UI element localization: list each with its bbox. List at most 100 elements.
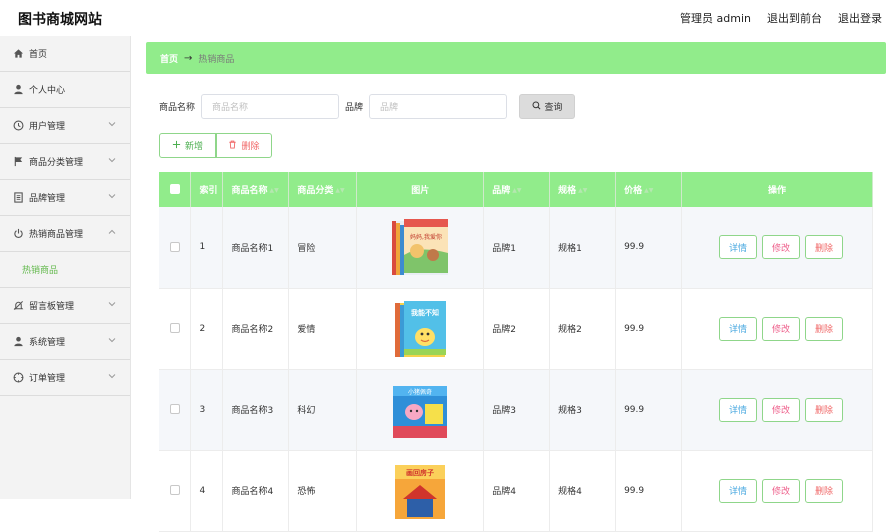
sidebar: 首页 个人中心 用户管理 商品分类管理 品牌管理 热销商品管理 热销商品 留言板…: [0, 36, 131, 499]
sidebar-item-messages[interactable]: 留言板管理: [0, 288, 130, 324]
sort-icon[interactable]: ▲▼: [578, 187, 587, 194]
cell-actions: 详情 修改 删除: [681, 369, 873, 451]
book-cover-title: 妈妈,我爱你: [410, 233, 442, 241]
cell-name: 商品名称2: [222, 288, 290, 370]
sidebar-item-home[interactable]: 首页: [0, 36, 130, 72]
cell-name: 商品名称1: [222, 207, 290, 289]
sidebar-item-category[interactable]: 商品分类管理: [0, 144, 130, 180]
plus-icon: [172, 140, 181, 152]
chevron-down-icon: [107, 155, 117, 165]
table-row: 2 商品名称2 爱情 我能不知 品牌2 规格2 99.9 详情 修改 删除: [159, 288, 873, 370]
cell-index: 3: [190, 369, 224, 451]
detail-button[interactable]: 详情: [719, 235, 757, 260]
cell-index: 4: [190, 450, 224, 532]
delete-button[interactable]: 删除: [805, 397, 843, 422]
power-icon: [12, 228, 24, 240]
detail-button[interactable]: 详情: [719, 397, 757, 422]
cell-index: 1: [190, 207, 224, 289]
user-icon: [12, 336, 24, 348]
table-row: 3 商品名称3 科幻 小猪佩奇 品牌3 规格3 99.9 详情 修改 删除: [159, 369, 873, 451]
row-select-cell: [159, 369, 192, 451]
breadcrumb-arrow: →: [184, 52, 193, 64]
cell-spec: 规格1: [549, 207, 617, 289]
select-all-checkbox[interactable]: [169, 184, 180, 195]
cell-brand: 品牌1: [483, 207, 551, 289]
column-header-label: 图片: [411, 186, 430, 196]
column-header-category[interactable]: 商品分类 ▲▼: [288, 172, 358, 207]
sidebar-item-label: 留言板管理: [29, 302, 75, 312]
query-button[interactable]: 查询: [519, 94, 576, 119]
search-icon: [532, 100, 541, 113]
add-button[interactable]: 新增: [159, 133, 216, 158]
sidebar-item-brand[interactable]: 品牌管理: [0, 180, 130, 216]
column-header-label: 商品分类: [297, 186, 334, 196]
cell-price: 99.9: [615, 450, 683, 532]
book-cover-title: 我能不知: [411, 308, 439, 317]
sidebar-item-label: 个人中心: [29, 86, 66, 96]
chevron-down-icon: [107, 191, 117, 201]
product-name-input[interactable]: [201, 94, 340, 119]
cell-name: 商品名称4: [222, 450, 290, 532]
logout-link[interactable]: 退出登录: [838, 10, 882, 26]
sidebar-item-hot-products[interactable]: 热销商品管理: [0, 216, 130, 252]
batch-delete-button[interactable]: 删除: [216, 133, 272, 158]
column-header-price[interactable]: 价格 ▲▼: [615, 172, 683, 207]
cell-image: 我能不知: [356, 288, 485, 370]
column-header-spec[interactable]: 规格 ▲▼: [549, 172, 617, 207]
row-select-cell: [159, 207, 192, 289]
chevron-down-icon: [107, 299, 117, 309]
edit-button[interactable]: 修改: [762, 235, 800, 260]
cell-price: 99.9: [615, 288, 683, 370]
delete-button[interactable]: 删除: [805, 235, 843, 260]
table-row: 1 商品名称1 冒险 妈妈,我爱你 品牌1 规格1 99.9 详情 修改 删除: [159, 207, 873, 289]
row-checkbox[interactable]: [169, 242, 180, 252]
row-checkbox[interactable]: [169, 323, 180, 334]
top-header: 图书商城网站 管理员 admin 退出到前台 退出登录: [0, 0, 888, 36]
edit-button[interactable]: 修改: [762, 397, 800, 422]
sort-icon[interactable]: ▲▼: [644, 187, 653, 194]
detail-button[interactable]: 详情: [719, 316, 757, 341]
book-cover-image: 画回房子: [389, 459, 451, 523]
sort-icon[interactable]: ▲▼: [269, 187, 278, 194]
query-button-label: 查询: [544, 103, 563, 113]
row-checkbox[interactable]: [169, 404, 180, 415]
action-buttons: 新增 删除: [159, 133, 272, 158]
breadcrumb-home[interactable]: 首页: [160, 52, 178, 65]
column-header-index[interactable]: 索引: [190, 172, 224, 207]
breadcrumb: 首页 → 热销商品: [146, 42, 886, 74]
sidebar-item-system[interactable]: 系统管理: [0, 324, 130, 360]
sort-icon[interactable]: ▲▼: [335, 187, 344, 194]
brand-input[interactable]: [369, 94, 508, 119]
column-header-label: 规格: [558, 186, 577, 196]
cell-category: 恐怖: [288, 450, 358, 532]
sidebar-item-label: 系统管理: [29, 338, 66, 348]
breadcrumb-current: 热销商品: [198, 54, 235, 65]
sidebar-subitem-hot-products[interactable]: 热销商品: [0, 252, 130, 288]
sidebar-item-label: 品牌管理: [29, 194, 66, 204]
column-header-brand[interactable]: 品牌 ▲▼: [483, 172, 551, 207]
cell-brand: 品牌2: [483, 288, 551, 370]
delete-button[interactable]: 删除: [805, 316, 843, 341]
search-form: 商品名称 品牌 查询: [159, 94, 576, 119]
column-header-actions: 操作: [681, 172, 873, 207]
sidebar-item-users[interactable]: 用户管理: [0, 108, 130, 144]
cell-image: 画回房子: [356, 450, 485, 532]
row-checkbox[interactable]: [169, 485, 180, 496]
sidebar-item-orders[interactable]: 订单管理: [0, 360, 130, 396]
edit-button[interactable]: 修改: [762, 316, 800, 341]
table-header-row: 索引 商品名称 ▲▼ 商品分类 ▲▼ 图片 品牌 ▲▼ 规格 ▲▼ 价格 ▲▼ 操作: [159, 172, 873, 207]
book-cover-image: 小猪佩奇: [389, 378, 451, 442]
sort-icon[interactable]: ▲▼: [512, 187, 521, 194]
products-table: 索引 商品名称 ▲▼ 商品分类 ▲▼ 图片 品牌 ▲▼ 规格 ▲▼ 价格 ▲▼ 操作 1 …: [159, 172, 873, 532]
back-to-front-link[interactable]: 退出到前台: [767, 10, 822, 26]
cell-price: 99.9: [615, 369, 683, 451]
sidebar-item-label: 热销商品管理: [29, 230, 84, 240]
cell-spec: 规格3: [549, 369, 617, 451]
column-header-name[interactable]: 商品名称 ▲▼: [222, 172, 290, 207]
column-header-label: 品牌: [492, 186, 511, 196]
chevron-up-icon: [107, 227, 117, 237]
sidebar-item-label: 用户管理: [29, 122, 66, 132]
sidebar-item-profile[interactable]: 个人中心: [0, 72, 130, 108]
cell-image: 妈妈,我爱你: [356, 207, 485, 289]
trash-icon: [228, 140, 237, 152]
